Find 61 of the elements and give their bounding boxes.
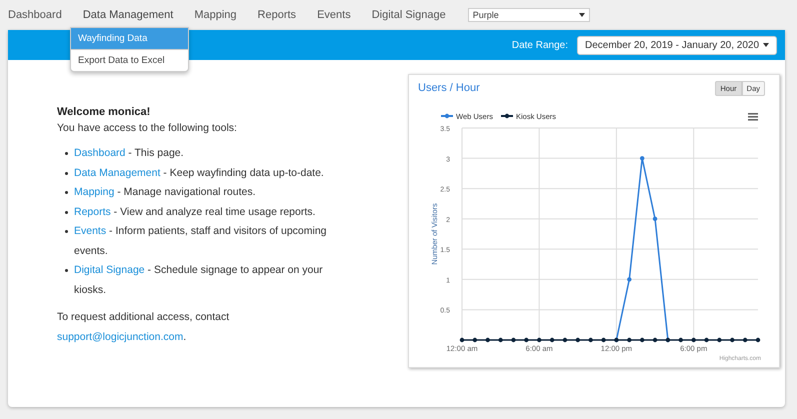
bullet-icon <box>65 172 68 174</box>
data-point <box>704 338 709 342</box>
bullet-icon <box>65 230 68 233</box>
tool-description: Dashboard - This page. <box>74 146 184 161</box>
data-point <box>601 338 606 342</box>
data-point <box>627 338 632 342</box>
nav-link[interactable]: Data Management <box>82 9 174 21</box>
bullet-icon <box>65 152 68 155</box>
data-point <box>472 338 478 342</box>
data-point <box>460 338 464 342</box>
data-point <box>717 338 722 342</box>
data-point <box>756 338 760 342</box>
data-point <box>537 338 542 342</box>
data-point <box>640 338 644 342</box>
data-point <box>562 338 568 342</box>
tool-description: Digital Signage - Schedule signage to appear on your kiosks. <box>74 263 324 298</box>
bullet-icon <box>65 191 68 194</box>
data-point <box>588 338 593 342</box>
tool-description: Mapping - Manage navigational routes. <box>74 185 256 200</box>
bullet-icon <box>65 210 68 214</box>
tool-description: Events - Inform patients, staff and visitors of upcoming events. <box>74 224 328 258</box>
nav-link[interactable]: Reports <box>258 9 296 21</box>
data-point <box>742 338 748 342</box>
date-range-label: Date Range: <box>512 40 568 50</box>
data-point <box>730 338 734 342</box>
caret-icon <box>578 13 585 17</box>
chart-title: Users / Hour <box>418 82 480 94</box>
data-point <box>652 216 658 222</box>
tool-link[interactable]: Reports <box>74 206 111 218</box>
menu-item[interactable]: Export Data to Excel <box>71 49 188 71</box>
tool-link[interactable]: Dashboard <box>74 147 126 159</box>
tool-link[interactable]: Events <box>74 225 106 237</box>
data-point <box>511 338 516 342</box>
nav-link[interactable]: Events <box>317 9 351 21</box>
menu-icon[interactable] <box>748 113 758 121</box>
data-point <box>691 338 696 342</box>
data-point <box>678 338 683 342</box>
tool-link[interactable]: Data Management <box>74 166 160 178</box>
email-link[interactable]: support@logicjunction.com <box>57 330 184 342</box>
nav-link[interactable]: Digital Signage <box>372 9 446 21</box>
caret-icon <box>763 43 769 47</box>
nav-link[interactable]: Mapping <box>194 9 237 21</box>
welcome-title: Welcome monica! <box>57 106 152 118</box>
date-range-button[interactable]: December 20, 2019 - January 20, 2020 <box>577 36 777 54</box>
bullet-icon <box>65 269 68 272</box>
contact-text: To request additional access, contact support@logicjunction.com. <box>57 310 230 344</box>
data-point <box>576 338 580 342</box>
intro-text: You have access to the following tools: <box>57 122 238 134</box>
data-point <box>550 338 554 342</box>
tool-description: Reports - View and analyze real time usage reports. <box>74 204 316 220</box>
data-point <box>486 338 490 342</box>
data-point <box>652 338 658 342</box>
tool-link[interactable]: Mapping <box>74 186 114 198</box>
nav-link[interactable]: Dashboard <box>8 9 62 21</box>
theme-select[interactable]: Purple <box>468 8 590 22</box>
tool-description: Data Management - Keep wayfinding data up-to-date. <box>74 166 324 180</box>
data-point <box>524 338 529 342</box>
data-point <box>498 338 503 342</box>
tool-link[interactable]: Digital Signage <box>74 264 145 276</box>
data-point <box>640 156 644 160</box>
data-point <box>627 277 632 282</box>
